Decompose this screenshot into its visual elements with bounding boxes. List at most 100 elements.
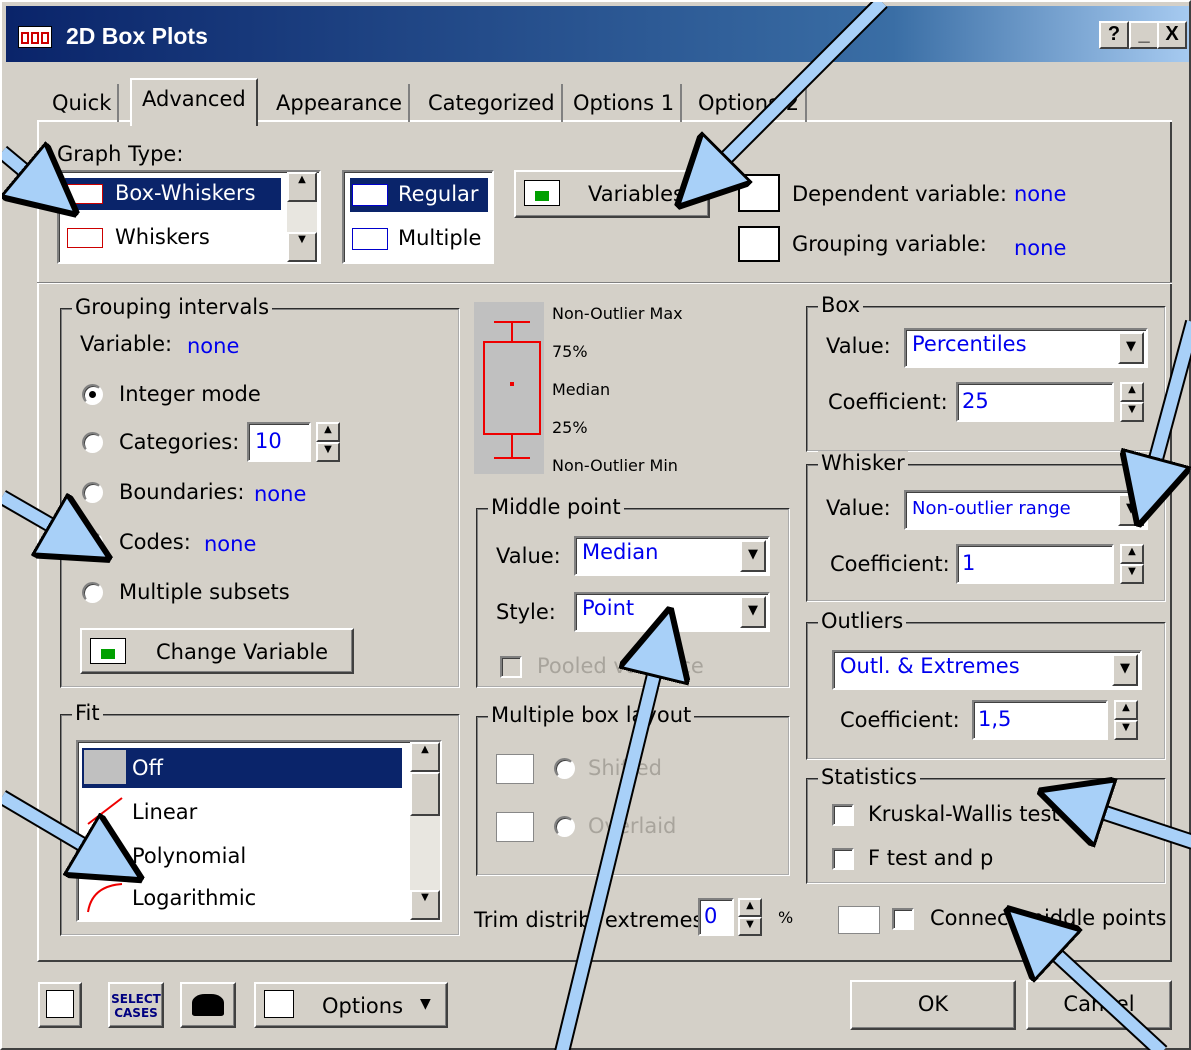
tab-appearance[interactable]: Appearance (270, 84, 411, 122)
box-whiskers-icon (67, 184, 103, 204)
tab-categorized[interactable]: Categorized (422, 84, 563, 122)
codes-radio[interactable] (82, 532, 103, 553)
whisker-coef-input[interactable]: 1 (956, 544, 1114, 584)
options-icon (264, 990, 294, 1018)
diagram-median-label: Median (552, 380, 611, 399)
report-button[interactable] (38, 982, 82, 1028)
graph-type-scrollbar[interactable]: ▲ ▼ (287, 172, 317, 262)
minimize-button[interactable]: _ (1129, 21, 1159, 49)
pooled-variance-checkbox[interactable] (500, 656, 522, 678)
outliers-coef-input[interactable]: 1,5 (972, 700, 1108, 740)
trim-spinner[interactable]: ▲ ▼ (738, 898, 762, 936)
variables-icon (524, 180, 560, 206)
grouping-variable-value[interactable]: none (1014, 236, 1066, 260)
fit-item-off[interactable]: Off (82, 748, 402, 788)
categories-input[interactable]: 10 (247, 422, 311, 462)
outliers-select[interactable]: Outl. & Extremes ▼ (832, 650, 1142, 690)
tab-options-1[interactable]: Options 1 (567, 84, 683, 122)
middle-point-legend: Middle point (488, 495, 624, 519)
grouping-variable-label: Grouping variable: (792, 232, 987, 256)
change-variable-icon (90, 638, 126, 664)
close-button[interactable]: X (1157, 21, 1187, 49)
tab-advanced[interactable]: Advanced (130, 78, 258, 126)
boundaries-radio[interactable] (82, 482, 103, 503)
middle-value-label: Value: (496, 544, 561, 568)
integer-mode-label: Integer mode (119, 382, 261, 406)
variables-button[interactable]: Variables... (514, 170, 710, 218)
fit-item-logarithmic[interactable]: Logarithmic (82, 878, 402, 918)
connect-middle-points-checkbox[interactable] (892, 908, 914, 930)
middle-value-select[interactable]: Median ▼ (574, 536, 770, 576)
categories-label: Categories: (119, 430, 240, 454)
connect-middle-points-label: Connect middle points (930, 906, 1167, 930)
multiple-icon (352, 228, 388, 250)
integer-mode-radio[interactable] (82, 384, 103, 405)
categories-spinner[interactable]: ▲ ▼ (316, 422, 340, 462)
pooled-variance-label: Pooled variance (537, 654, 704, 678)
box-coef-spinner[interactable]: ▲ ▼ (1120, 382, 1144, 422)
shifted-radio[interactable] (554, 758, 575, 779)
tab-quick[interactable]: Quick (46, 84, 120, 122)
regular-icon (352, 184, 388, 206)
change-variable-button[interactable]: Change Variable (80, 628, 354, 674)
fit-item-linear[interactable]: Linear (82, 792, 402, 832)
weight-button[interactable] (180, 982, 236, 1028)
overlaid-icon (496, 812, 534, 842)
categories-radio[interactable] (82, 432, 103, 453)
options-button[interactable]: Options ▼ (254, 982, 448, 1028)
diagram-q75-label: 75% (552, 342, 588, 361)
graph-type-label: Graph Type: (57, 142, 184, 166)
list-item-whiskers[interactable]: Whiskers (65, 222, 281, 254)
graph-type-list[interactable]: Box-Whiskers Whiskers ▲ ▼ (57, 170, 321, 264)
box-value-label: Value: (826, 334, 891, 358)
whisker-coef-spinner[interactable]: ▲ ▼ (1120, 544, 1144, 584)
dependent-variable-icon (738, 174, 780, 212)
shifted-label: Shifted (588, 756, 662, 780)
title-bar: 2D Box Plots ? _ X (6, 6, 1189, 62)
fit-list[interactable]: Off Linear Polynomial Logarithmic ▲ ▼ (76, 740, 442, 922)
tab-options-2[interactable]: Options 2 (692, 84, 808, 122)
kruskal-wallis-checkbox[interactable] (832, 804, 854, 826)
overlaid-radio[interactable] (554, 816, 575, 837)
boundaries-value[interactable]: none (254, 482, 306, 506)
multiple-box-layout-group: Multiple box layout (476, 703, 790, 876)
outliers-coef-label: Coefficient: (840, 708, 960, 732)
box-value-select[interactable]: Percentiles ▼ (904, 328, 1148, 368)
list-item-box-whiskers[interactable]: Box-Whiskers (64, 177, 282, 211)
dependent-variable-value[interactable]: none (1014, 182, 1066, 206)
fit-item-polynomial[interactable]: Polynomial (82, 836, 402, 876)
chevron-down-icon: ▼ (740, 540, 766, 572)
cancel-button[interactable]: Cancel (1026, 980, 1172, 1030)
select-cases-label: SELECT CASES (111, 992, 161, 1020)
codes-value[interactable]: none (204, 532, 256, 556)
layout-list[interactable]: Regular Multiple (342, 170, 494, 264)
chevron-down-icon: ▼ (740, 596, 766, 628)
list-item-multiple[interactable]: Multiple (350, 222, 488, 256)
grouping-intervals-legend: Grouping intervals (72, 295, 273, 319)
select-cases-button[interactable]: SELECT CASES (108, 982, 164, 1028)
multiple-box-layout-legend: Multiple box layout (488, 703, 695, 727)
box-diagram (474, 302, 544, 474)
list-item-regular[interactable]: Regular (350, 178, 488, 212)
f-test-label: F test and p (868, 846, 994, 870)
grouping-interval-variable[interactable]: none (187, 334, 239, 358)
logarithmic-fit-icon (84, 880, 126, 914)
weight-icon (192, 994, 224, 1016)
polynomial-fit-icon (84, 838, 126, 872)
trim-unit: % (778, 908, 794, 927)
whisker-value-select[interactable]: Non-outlier range ▼ (904, 490, 1148, 530)
report-icon (46, 990, 74, 1018)
box-coef-input[interactable]: 25 (956, 382, 1114, 422)
outliers-coef-spinner[interactable]: ▲ ▼ (1114, 700, 1138, 740)
ok-button[interactable]: OK (850, 980, 1016, 1030)
trim-input[interactable]: 0 (698, 898, 734, 936)
overlaid-label: Overlaid (588, 814, 677, 838)
fit-scrollbar[interactable]: ▲ ▼ (410, 742, 440, 920)
diagram-q25-label: 25% (552, 418, 588, 437)
multiple-subsets-label: Multiple subsets (119, 580, 290, 604)
middle-style-select[interactable]: Point ▼ (574, 592, 770, 632)
help-button[interactable]: ? (1099, 21, 1129, 49)
dialog: 2D Box Plots ? _ X Quick Advanced Appear… (0, 0, 1191, 1050)
f-test-checkbox[interactable] (832, 848, 854, 870)
multiple-subsets-radio[interactable] (82, 582, 103, 603)
